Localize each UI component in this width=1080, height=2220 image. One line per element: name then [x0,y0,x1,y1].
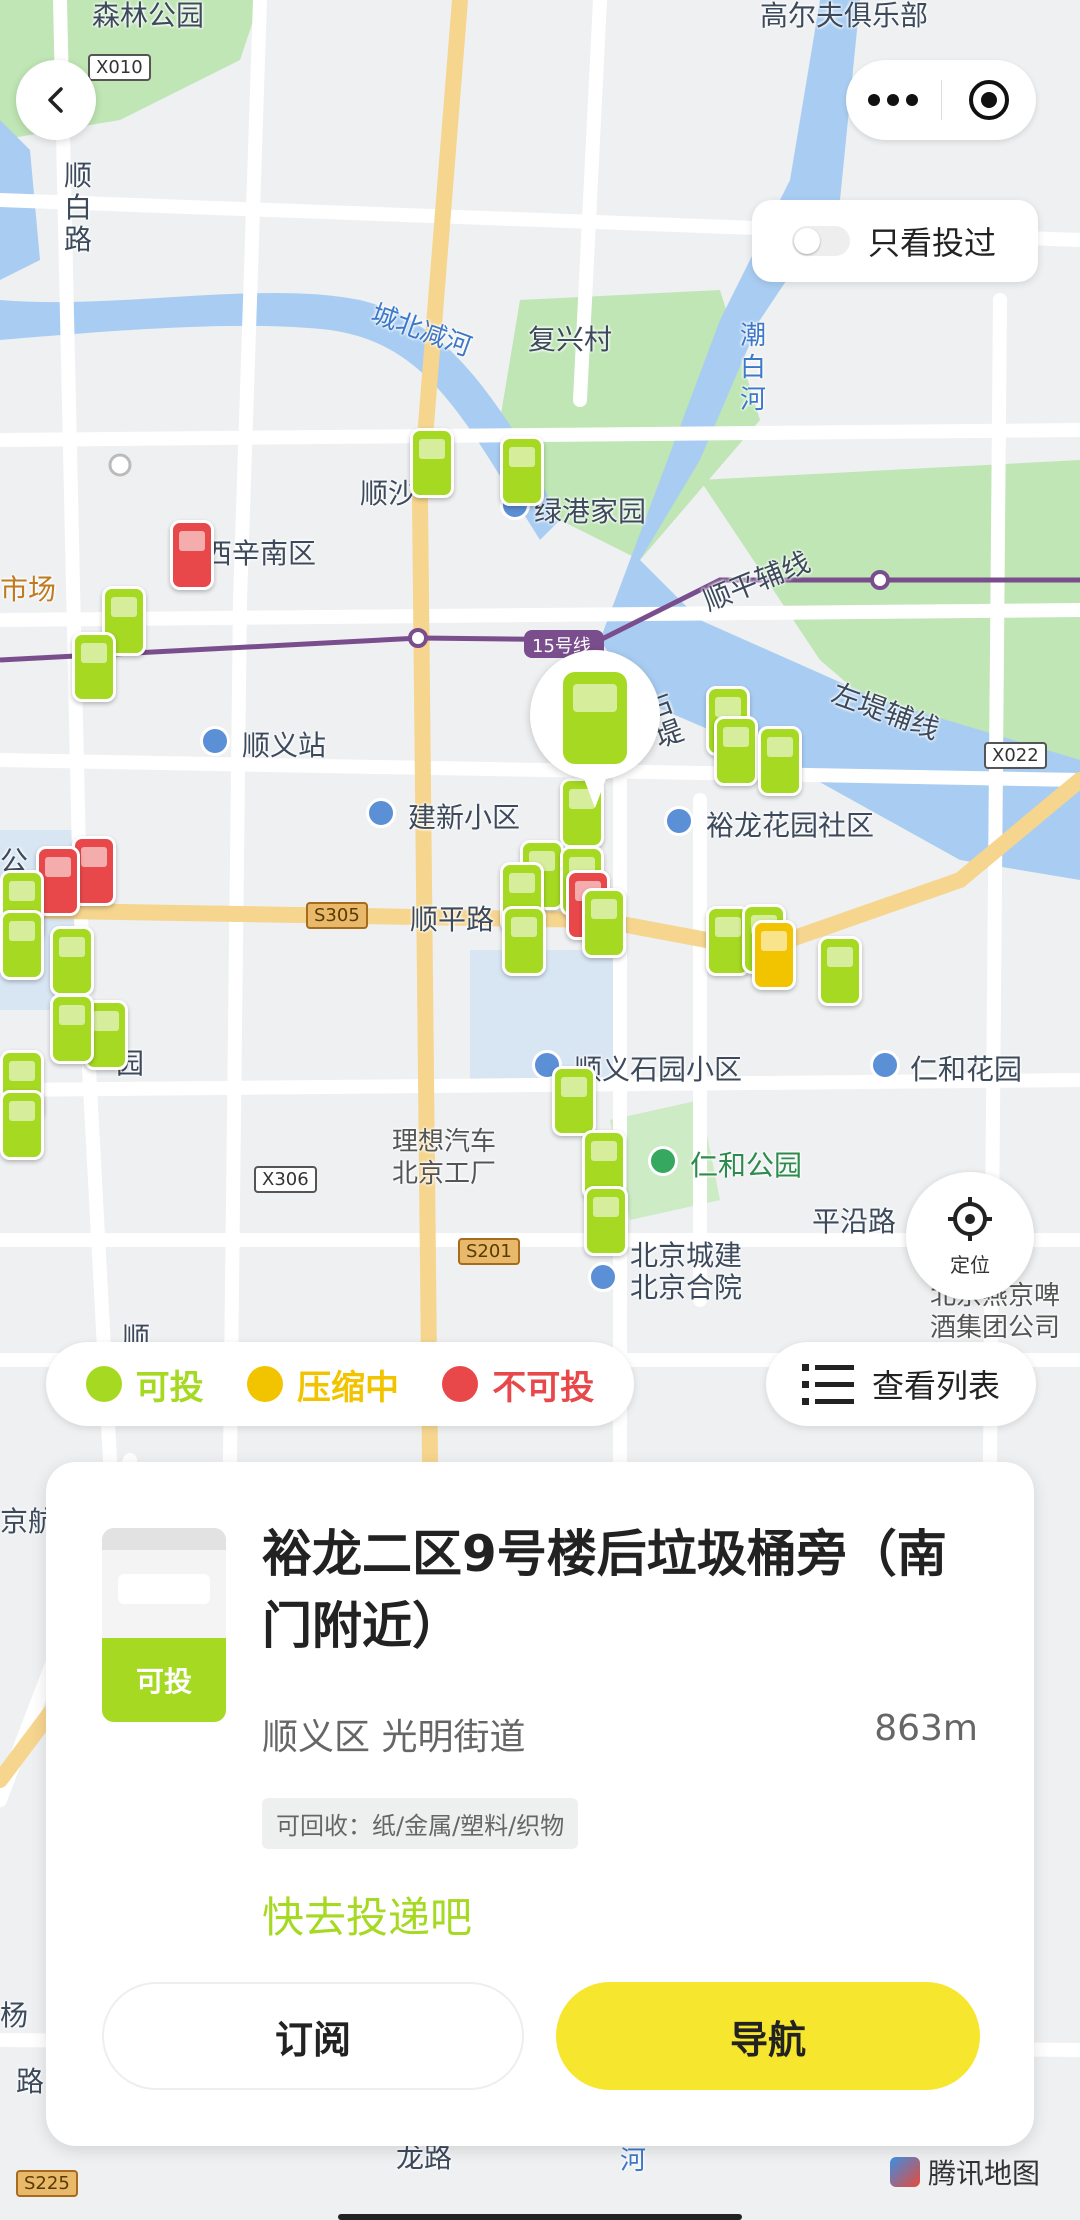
map-label: 裕龙花园社区 [706,809,875,842]
bin-title: 裕龙二区9号楼后垃圾桶旁（南门附近） [262,1525,947,1655]
legend-item-available: 可投 [85,1360,204,1409]
bin-marker-unavailable[interactable] [170,520,214,590]
map-label: 仁和公园 [690,1149,803,1182]
crosshair-icon [948,1196,992,1241]
subscribe-button[interactable]: 订阅 [102,1982,524,2090]
home-poi-icon [870,1050,900,1080]
toggle-switch[interactable] [792,226,850,256]
legend-label: 压缩中 [296,1367,399,1408]
bin-marker-available[interactable] [582,888,626,958]
close-mini-program-button[interactable] [942,60,1037,140]
navigate-button[interactable]: 导航 [556,1982,980,2090]
bin-detail-card: 可投 裕龙二区9号楼后垃圾桶旁（南门附近） 顺义区 光明街道 863m 可回收：… [46,1462,1034,2146]
bin-marker-available[interactable] [50,994,94,1064]
bin-status-label: 可投 [102,1638,226,1722]
legend-label: 不可投 [492,1367,595,1408]
view-list-button[interactable]: 查看列表 [766,1342,1036,1426]
map-label: 顺义站 [242,729,327,762]
toggle-label: 只看投过 [868,224,997,262]
road-shield: X022 [984,742,1047,769]
map-label: 平沿路 [812,1205,897,1238]
chevron-left-icon [48,87,63,113]
road-shield: X010 [88,54,151,81]
home-poi-icon [366,798,396,828]
map-label: 绿港家园 [534,495,647,528]
status-legend: 可投 压缩中 不可投 [46,1342,634,1426]
home-indicator [338,2214,742,2220]
map-label: 理想汽车北京工厂 [392,1127,497,1189]
bin-marker-available[interactable] [0,910,44,980]
back-button[interactable] [16,60,96,140]
bin-marker-available[interactable] [0,1090,44,1160]
home-poi-icon [588,1262,618,1292]
list-icon [801,1364,854,1405]
more-button[interactable] [846,60,941,140]
locate-button[interactable]: 定位 [906,1172,1034,1300]
bin-marker-compressing[interactable] [752,920,796,990]
bin-marker-available[interactable] [584,1186,628,1256]
park-poi-icon [648,1146,678,1176]
legend-item-compressing: 压缩中 [246,1360,399,1409]
target-icon [968,80,1009,120]
map-label: 西辛南区 [204,537,317,570]
map-label: 顺白路 [64,159,93,256]
bin-marker-available[interactable] [500,436,544,506]
map-label: 北京城建北京合院 [630,1239,743,1304]
map-label: 建新小区 [408,801,521,834]
map-provider-name: 腾讯地图 [928,2157,1041,2190]
road-shield: S305 [306,902,368,929]
deliver-hint: 快去投递吧 [262,1893,473,1942]
view-list-label: 查看列表 [871,1367,1000,1405]
legend-item-unavailable: 不可投 [442,1360,594,1409]
selected-bin-marker [563,672,627,764]
bin-marker-available[interactable] [552,1066,596,1136]
map-label: 路 [16,2065,45,2098]
bin-location: 顺义区 光明街道 [262,1717,526,1758]
locate-label: 定位 [950,1252,990,1277]
legend-dot [442,1366,479,1402]
home-poi-icon [664,806,694,836]
map-label: 仁和花园 [910,1053,1023,1086]
legend-dot [246,1366,283,1402]
map-label: 高尔夫俱乐部 [760,0,929,32]
bin-thumbnail: 可投 [102,1528,226,1722]
map-label: 杨 [0,1999,29,2032]
more-dots-icon [868,94,919,106]
map-label: 市场 [0,573,57,606]
legend-label: 可投 [135,1367,204,1408]
legend-dot [85,1366,122,1402]
bin-marker-available[interactable] [758,726,802,796]
bin-distance: 863m [874,1708,978,1749]
bin-marker-available[interactable] [410,428,454,498]
map-label: 顺平路 [410,903,495,936]
map-provider-logo: 腾讯地图 [890,2152,1040,2192]
bin-marker-available[interactable] [502,906,546,976]
road-shield: S201 [458,1238,520,1265]
map-label: 顺义石园小区 [574,1053,743,1086]
bin-marker-available[interactable] [714,716,758,786]
road-shield: X306 [254,1166,317,1193]
map-label: 潮白河 [740,321,767,415]
recyclables-tag: 可回收：纸/金属/塑料/织物 [262,1798,579,1849]
train-station-icon [200,726,230,756]
bin-marker-available[interactable] [818,936,862,1006]
only-visited-toggle[interactable]: 只看投过 [752,200,1038,282]
tencent-map-icon [890,2157,920,2187]
mini-program-capsule [846,60,1036,140]
bin-marker-available[interactable] [72,632,116,702]
bin-marker-available[interactable] [50,926,94,996]
map-label: 森林公园 [92,0,205,32]
road-shield: S225 [16,2170,78,2197]
map-label: 顺沙 [360,477,417,510]
map-label: 复兴村 [528,323,613,356]
